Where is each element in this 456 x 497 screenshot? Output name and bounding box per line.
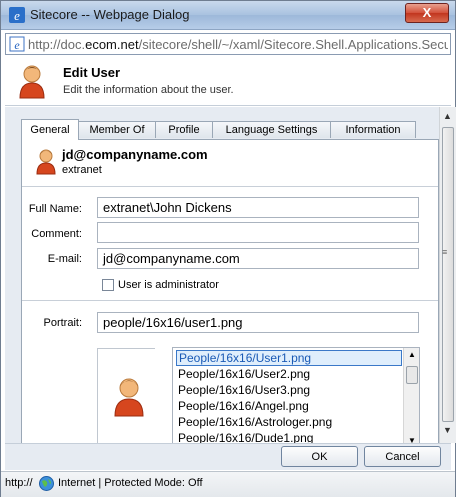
scroll-thumb[interactable] — [442, 127, 454, 422]
dialog-window: e Sitecore -- Webpage Dialog X e http://… — [0, 0, 456, 497]
user-name: jd@companyname.com — [62, 147, 208, 162]
divider — [22, 186, 438, 187]
scroll-thumb[interactable] — [406, 366, 418, 384]
status-url: http:// — [5, 477, 33, 489]
list-item[interactable]: People/16x16/Dude1.png — [176, 430, 404, 443]
dialog-subtitle: Edit the information about the user. — [63, 84, 234, 96]
address-bar[interactable]: e http://doc.ecom.net/sitecore/shell/~/x… — [5, 33, 451, 55]
portrait-listbox[interactable]: People/16x16/User1.png People/16x16/User… — [172, 347, 420, 443]
content-area: General Member Of Profile Language Setti… — [5, 107, 439, 443]
url-domain: ecom.net — [85, 37, 139, 52]
user-avatar-icon — [19, 65, 45, 99]
list-item[interactable]: People/16x16/Astrologer.png — [176, 414, 404, 430]
svg-text:e: e — [14, 8, 20, 23]
scroll-down-icon[interactable]: ▼ — [408, 436, 416, 443]
ok-button[interactable]: OK — [281, 446, 358, 467]
grip-icon: ≡ — [442, 247, 448, 257]
tab-profile[interactable]: Profile — [155, 121, 213, 138]
admin-checkbox[interactable] — [102, 279, 114, 291]
content-scrollbar[interactable]: ▲ ≡ ▼ — [439, 107, 456, 443]
dialog-title: Edit User — [63, 65, 121, 80]
comment-field[interactable] — [97, 222, 419, 243]
list-item[interactable]: People/16x16/User3.png — [176, 382, 404, 398]
scroll-down-icon[interactable]: ▼ — [443, 425, 452, 435]
cancel-button[interactable]: Cancel — [364, 446, 441, 467]
tab-information[interactable]: Information — [330, 121, 416, 138]
tab-general[interactable]: General — [21, 119, 79, 140]
window-title: Sitecore -- Webpage Dialog — [30, 7, 190, 22]
email-field[interactable]: jd@companyname.com — [97, 248, 419, 269]
url-prefix: http://doc. — [28, 37, 86, 52]
tab-language-settings[interactable]: Language Settings — [212, 121, 331, 138]
full-name-label: Full Name: — [28, 203, 82, 215]
listbox-scrollbar[interactable]: ▲ ▼ — [403, 348, 419, 443]
portrait-user-icon — [114, 378, 144, 417]
user-icon — [36, 149, 56, 175]
list-item[interactable]: People/16x16/User2.png — [176, 366, 404, 382]
svg-text:e: e — [14, 38, 20, 52]
list-item[interactable]: People/16x16/Angel.png — [176, 398, 404, 414]
address-url: http://doc.ecom.net/sitecore/shell/~/xam… — [28, 37, 448, 52]
list-item[interactable]: People/16x16/User1.png — [176, 350, 402, 366]
security-zone: Internet | Protected Mode: Off — [58, 477, 203, 489]
general-panel: jd@companyname.com extranet Full Name: e… — [21, 139, 439, 443]
scroll-up-icon[interactable]: ▲ — [408, 350, 416, 359]
email-label: E-mail: — [47, 253, 82, 265]
url-rest: /sitecore/shell/~/xaml/Sitecore.Shell.Ap… — [138, 37, 448, 52]
admin-checkbox-label: User is administrator — [118, 279, 219, 291]
divider — [22, 300, 438, 301]
full-name-field[interactable]: extranet\John Dickens — [97, 197, 419, 218]
close-button[interactable]: X — [405, 3, 449, 23]
status-bar: http:// Internet | Protected Mode: Off — [1, 471, 455, 497]
globe-icon — [39, 476, 54, 491]
ie-icon: e — [9, 7, 25, 23]
portrait-label: Portrait: — [43, 317, 82, 329]
comment-label: Comment: — [31, 228, 82, 240]
portrait-field[interactable]: people/16x16/user1.png — [97, 312, 419, 333]
ie-page-icon: e — [9, 36, 25, 52]
dialog-footer: OK Cancel — [5, 443, 451, 470]
tab-member-of[interactable]: Member Of — [78, 121, 156, 138]
scroll-up-icon[interactable]: ▲ — [443, 111, 452, 121]
title-bar: e Sitecore -- Webpage Dialog X — [1, 1, 455, 30]
dialog-header: Edit User Edit the information about the… — [5, 59, 451, 106]
portrait-preview — [97, 348, 155, 443]
user-domain: extranet — [62, 164, 102, 176]
